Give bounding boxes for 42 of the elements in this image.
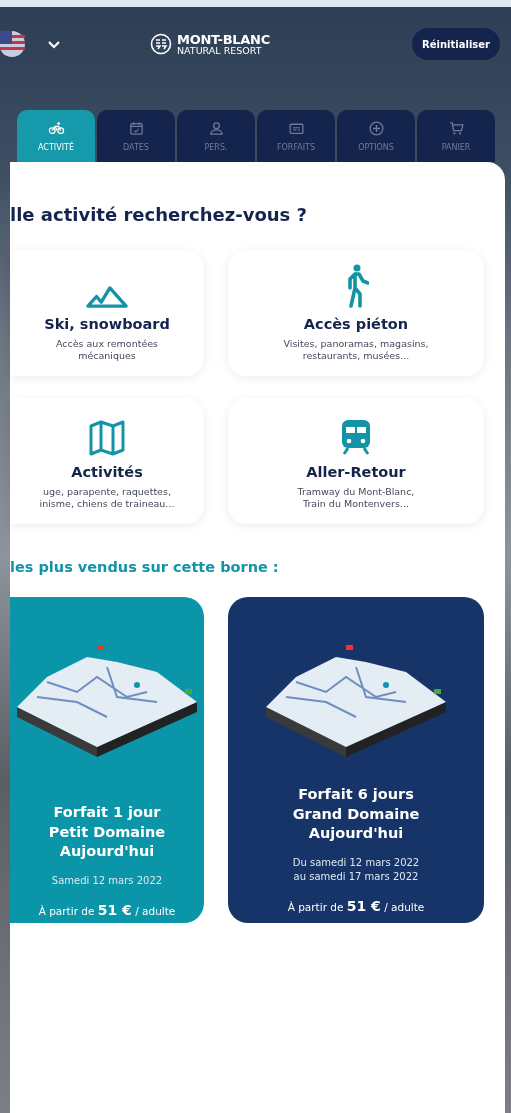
offer-price: À partir de 51 € / adulte [287, 897, 425, 914]
activity-description: Accès aux remontées mécaniques [55, 338, 159, 363]
logo-icon [150, 33, 172, 55]
step-tab[interactable]: OPTIONS [337, 110, 415, 162]
plus-circle-icon [367, 120, 385, 137]
activity-card[interactable]: Accès piéton Visites, panoramas, magasins, restaurants, musées... [228, 250, 484, 376]
page-heading: lle activité recherchez-vous ? [10, 203, 309, 225]
offer-dates: Du samedi 12 mars 2022 au samedi 17 mars 2022 [292, 855, 420, 884]
activity-title: Accès piéton [303, 316, 409, 332]
chevron-down-icon[interactable] [47, 39, 61, 49]
reset-button[interactable]: Réinitialiser [412, 28, 500, 60]
step-tab[interactable]: DATES [97, 110, 175, 162]
offer-card[interactable]: Forfait 6 jours Grand Domaine Aujourd'hui Du samedi 12 mars 2022 au samedi 17 mars 2022 À partir de 51 € / adulte [228, 597, 484, 923]
activity-description: uge, parapente, raquettes, inisme, chiens de traineau... [39, 486, 175, 511]
flag-icon[interactable] [0, 31, 25, 57]
step-tab[interactable]: ACTIVITÉ [17, 110, 95, 162]
offer-price: À partir de 51 € / adulte [38, 901, 176, 918]
cart-icon [447, 120, 465, 137]
activity-title: Activités [71, 464, 143, 480]
mountains-icon [86, 285, 128, 308]
offer-title: Forfait 6 jours Grand Domaine Aujourd'hui [292, 785, 420, 844]
calendar-icon [127, 120, 145, 137]
step-tab[interactable]: PERS. [177, 110, 255, 162]
activity-title: Ski, snowboard [44, 316, 170, 332]
person-icon [207, 120, 225, 137]
logo-title: MONT-BLANC [177, 32, 270, 46]
activity-description: Tramway du Mont-Blanc, Train du Montenvers... [297, 486, 415, 511]
section-title: les plus vendus sur cette borne : [10, 559, 280, 575]
map-icon [89, 420, 125, 456]
offer-card[interactable]: Forfait 1 jour Petit Domaine Aujourd'hui Samedi 12 mars 2022 À partir de 51 € / adulte [10, 597, 204, 923]
activity-card[interactable]: Ski, snowboard Accès aux remontées mécaniques [10, 250, 204, 376]
activity-card[interactable]: Activités uge, parapente, raquettes, inisme, chiens de traineau... [10, 398, 204, 524]
offer-dates: Samedi 12 mars 2022 [51, 873, 163, 888]
step-tab[interactable]: PANIER [417, 110, 495, 162]
offer-title: Forfait 1 jour Petit Domaine Aujourd'hui [48, 803, 166, 862]
activity-description: Visites, panoramas, magasins, restaurants, musées... [283, 338, 429, 363]
logo-subtitle: NATURAL RESORT [177, 45, 263, 56]
activity-card[interactable]: Aller-Retour Tramway du Mont-Blanc, Train du Montenvers... [228, 398, 484, 524]
step-tab[interactable]: FORFAITS [257, 110, 335, 162]
train-icon [340, 418, 372, 456]
activity-title: Aller-Retour [306, 464, 406, 480]
bicycle-icon [47, 120, 65, 137]
